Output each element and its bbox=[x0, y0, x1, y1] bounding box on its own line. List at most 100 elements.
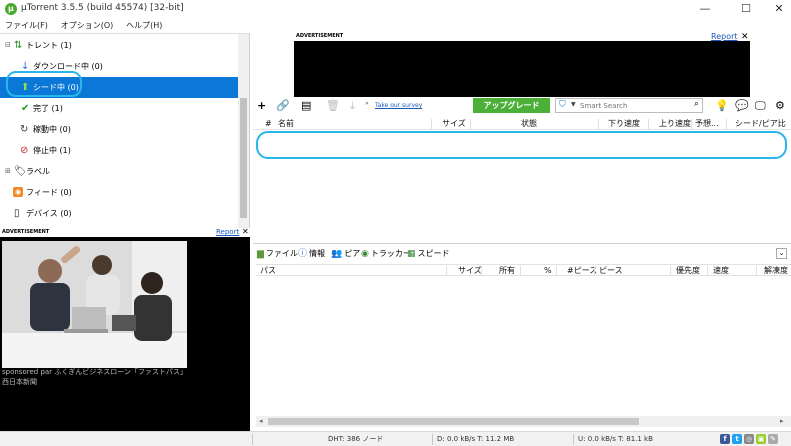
download-status[interactable]: D: 0.0 kB/s T: 11.2 MB bbox=[437, 434, 514, 445]
chat-icon[interactable]: 💬 bbox=[735, 99, 749, 113]
column-name[interactable]: 名前 bbox=[278, 118, 294, 130]
collapse-icon[interactable]: ⊟ bbox=[5, 35, 11, 56]
column-separator[interactable] bbox=[707, 266, 708, 276]
maximize-button[interactable]: ☐ bbox=[729, 0, 763, 18]
column-percent[interactable]: % bbox=[544, 265, 552, 277]
more-icon[interactable]: » bbox=[365, 97, 369, 111]
tab-label: ファイル bbox=[265, 249, 298, 258]
column-separator[interactable] bbox=[556, 266, 557, 276]
search-icon[interactable]: ⌕ bbox=[694, 99, 699, 109]
ad-close-button[interactable]: ✕ bbox=[242, 227, 249, 236]
bulb-icon[interactable]: 💡 bbox=[715, 99, 729, 113]
menu-help[interactable]: ヘルプ(H) bbox=[121, 18, 167, 33]
column-separator[interactable] bbox=[481, 266, 482, 276]
scrollbar-thumb[interactable] bbox=[268, 418, 639, 425]
column-number[interactable]: # bbox=[265, 118, 272, 130]
checkmark-icon: ✔ bbox=[21, 103, 30, 114]
sidebar-item-labels[interactable]: ⊞ 🏷 ラベル bbox=[0, 161, 238, 182]
ad-report-link[interactable]: Report bbox=[216, 228, 239, 236]
column-separator[interactable] bbox=[648, 119, 649, 129]
globe-icon[interactable]: ◎ bbox=[744, 434, 754, 444]
column-status[interactable]: 状態 bbox=[521, 118, 537, 130]
menu-options[interactable]: オプション(O) bbox=[56, 18, 119, 33]
column-separator[interactable] bbox=[691, 119, 692, 129]
column-up-speed[interactable]: 上り速度 bbox=[659, 118, 691, 130]
column-size[interactable]: サイズ bbox=[458, 265, 482, 277]
scroll-right-icon[interactable]: ▸ bbox=[780, 416, 784, 427]
close-window-button[interactable]: ✕ bbox=[762, 0, 791, 18]
search-input[interactable] bbox=[580, 100, 685, 111]
column-down-speed[interactable]: 下り速度 bbox=[608, 118, 640, 130]
column-separator[interactable] bbox=[598, 119, 599, 129]
twitter-icon[interactable]: t bbox=[732, 434, 742, 444]
sidebar-item-count: (0) bbox=[91, 62, 103, 71]
chevron-down-icon[interactable]: ⌄ bbox=[776, 248, 787, 259]
menu-file[interactable]: ファイル(F) bbox=[0, 18, 53, 33]
scroll-left-icon[interactable]: ◂ bbox=[259, 416, 263, 427]
tab-info[interactable]: ⓘ 情報 bbox=[298, 248, 325, 260]
column-separator[interactable] bbox=[431, 119, 432, 129]
ad-sponsor-text[interactable]: sponsored par ふくぎんビジネスローン「ファストパス」 西日本新聞 bbox=[2, 367, 212, 387]
expand-icon[interactable]: ⊞ bbox=[5, 161, 11, 182]
upgrade-button[interactable]: アップグレード bbox=[473, 98, 550, 113]
column-separator[interactable] bbox=[446, 266, 447, 276]
add-torrent-icon[interactable]: + bbox=[257, 99, 266, 113]
tab-peers[interactable]: 👥 ピア bbox=[331, 248, 360, 260]
sidebar-scrollbar-thumb[interactable] bbox=[240, 98, 247, 218]
sidebar-item-active[interactable]: ↻ 稼動中 (0) bbox=[0, 119, 238, 140]
column-speed[interactable]: 速度 bbox=[713, 265, 729, 277]
sidebar-item-completed[interactable]: ✔ 完了 (1) bbox=[0, 98, 238, 119]
feedback-icon[interactable]: ✎ bbox=[768, 434, 778, 444]
ad-report-link[interactable]: Report bbox=[711, 32, 738, 41]
upload-status[interactable]: U: 0.0 kB/s T: 81.1 kB bbox=[578, 434, 653, 445]
remote-screen-icon[interactable]: 🖵 bbox=[755, 99, 766, 113]
panel-divider[interactable] bbox=[253, 243, 791, 244]
sidebar-scrollbar[interactable] bbox=[238, 34, 249, 229]
column-priority[interactable]: 優先度 bbox=[676, 265, 700, 277]
speed-graph-icon: ▦ bbox=[407, 249, 416, 259]
delete-icon[interactable]: 🗑 bbox=[326, 99, 340, 113]
column-separator[interactable] bbox=[756, 266, 757, 276]
survey-link[interactable]: Take our survey bbox=[375, 102, 422, 109]
column-separator[interactable] bbox=[670, 266, 671, 276]
column-separator[interactable] bbox=[594, 266, 595, 276]
chevron-down-icon[interactable]: ▼ bbox=[571, 101, 576, 108]
sidebar-item-count: (1) bbox=[51, 104, 63, 113]
smart-search-box[interactable]: ⛉ ▼ ⌕ bbox=[555, 98, 703, 113]
ad-banner[interactable] bbox=[294, 41, 750, 97]
column-ratio[interactable]: シード/ピア比 bbox=[735, 118, 786, 130]
download-icon[interactable]: ⤓ bbox=[350, 99, 355, 113]
dht-status: DHT: 386 ノード bbox=[328, 435, 384, 443]
info-icon: ⓘ bbox=[298, 249, 308, 259]
minimize-button[interactable]: — bbox=[688, 0, 722, 18]
column-separator[interactable] bbox=[726, 119, 727, 129]
sidebar-item-devices[interactable]: ▯ デバイス (0) bbox=[0, 203, 238, 224]
column-size[interactable]: サイズ bbox=[442, 118, 466, 130]
facebook-icon[interactable]: f bbox=[720, 434, 730, 444]
add-link-icon[interactable]: 🔗 bbox=[276, 99, 290, 113]
gear-icon[interactable]: ⚙ bbox=[775, 99, 785, 113]
android-icon[interactable]: ▣ bbox=[756, 434, 766, 444]
column-separator[interactable] bbox=[520, 266, 521, 276]
download-arrow-icon: ↓ bbox=[21, 61, 30, 72]
sidebar-item-torrents[interactable]: ⊟ ⇅ トレント (1) bbox=[0, 35, 238, 56]
tab-speed[interactable]: ▦ スピード bbox=[407, 248, 450, 260]
sidebar-item-seeding[interactable]: ⬆ シード中 (0) bbox=[0, 77, 238, 98]
sidebar-item-feeds[interactable]: ◉ フィード (0) bbox=[0, 182, 238, 203]
column-eta[interactable]: 予想... bbox=[695, 118, 719, 130]
column-pieces[interactable]: ピース bbox=[599, 265, 623, 277]
sidebar-item-downloading[interactable]: ↓ ダウンロード中 (0) bbox=[0, 56, 238, 77]
file-list-scrollbar[interactable]: ◂ ▸ bbox=[256, 416, 791, 427]
column-separator[interactable] bbox=[470, 119, 471, 129]
tab-files[interactable]: ▆ ファイル bbox=[257, 248, 298, 260]
column-uncompress[interactable]: 解凍度 bbox=[764, 265, 788, 277]
sidebar-item-label: ダウンロード中 bbox=[33, 62, 89, 71]
tab-trackers[interactable]: ◉ トラッカー bbox=[361, 248, 411, 260]
sidebar-item-stopped[interactable]: ⊘ 停止中 (1) bbox=[0, 140, 238, 161]
column-done[interactable]: 所有 bbox=[499, 265, 515, 277]
create-torrent-icon[interactable]: ▤ bbox=[301, 99, 311, 113]
column-path[interactable]: パス bbox=[260, 265, 276, 277]
ad-photo[interactable] bbox=[2, 241, 187, 368]
column-pieces-count[interactable]: #ピース bbox=[567, 265, 597, 277]
torrent-list-header: # 名前 サイズ 状態 下り速度 上り速度 予想... シード/ピア比 bbox=[253, 118, 791, 130]
